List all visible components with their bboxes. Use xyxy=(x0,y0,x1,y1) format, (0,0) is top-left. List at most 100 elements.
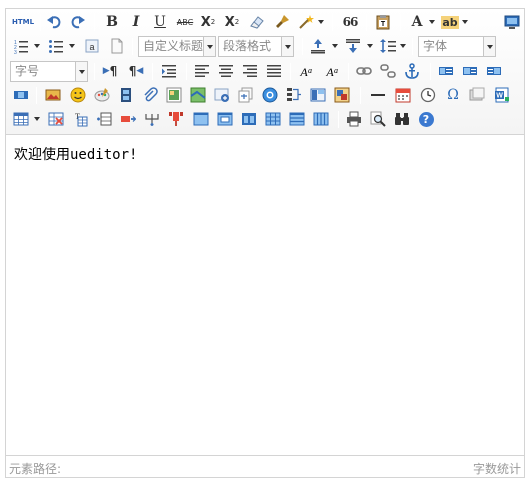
page-break-button[interactable] xyxy=(212,85,232,105)
undo-button[interactable] xyxy=(44,12,64,32)
template-button[interactable] xyxy=(236,85,256,105)
tolowercase-button[interactable]: Aa xyxy=(322,61,342,81)
merge-cells-button[interactable] xyxy=(191,109,211,129)
delete-row-button[interactable] xyxy=(118,109,138,129)
font-family-select[interactable]: 字体 xyxy=(418,36,496,57)
justify-left-button[interactable] xyxy=(192,61,212,81)
toolbar-separator xyxy=(36,87,37,104)
row-spacing-top-dropdown-arrow[interactable] xyxy=(332,44,338,48)
direction-ltr-button[interactable]: ▶ ¶ xyxy=(100,61,120,81)
line-spacing-dropdown-arrow[interactable] xyxy=(400,44,406,48)
insert-frame-button[interactable] xyxy=(164,85,184,105)
magnifier-icon xyxy=(370,111,386,127)
justify-full-button[interactable] xyxy=(264,61,284,81)
ordered-list-button[interactable]: 123 xyxy=(11,36,31,56)
link-button[interactable] xyxy=(354,61,374,81)
search-replace-button[interactable] xyxy=(392,109,412,129)
insert-time-button[interactable] xyxy=(418,85,438,105)
indent-button[interactable] xyxy=(159,61,179,81)
auto-typeset-dropdown-arrow[interactable] xyxy=(318,20,324,24)
subscript-button[interactable]: X2 xyxy=(222,12,242,32)
ordered-list-dropdown-arrow[interactable] xyxy=(34,44,40,48)
line-height-button[interactable] xyxy=(308,36,328,56)
remove-format-button[interactable] xyxy=(247,12,267,32)
delete-col-button[interactable] xyxy=(166,109,186,129)
snapscreen-button[interactable] xyxy=(467,85,487,105)
line-spacing-button[interactable] xyxy=(378,36,398,56)
select-all-button[interactable]: a xyxy=(82,36,102,56)
format-painter-button[interactable] xyxy=(272,12,292,32)
merge-cells-icon xyxy=(193,112,209,126)
word-count-label[interactable]: 字数统计 xyxy=(473,460,521,477)
strikethrough-button[interactable]: ABC xyxy=(174,12,196,32)
scrawl-button[interactable] xyxy=(92,85,112,105)
insert-table-button[interactable] xyxy=(11,109,31,129)
touppercase-button[interactable]: Aa xyxy=(296,61,316,81)
forecolor-button[interactable]: A xyxy=(407,12,427,32)
emotion-button[interactable] xyxy=(68,85,88,105)
image-left-button[interactable] xyxy=(460,61,480,81)
background-button[interactable] xyxy=(260,85,280,105)
unordered-list-button[interactable] xyxy=(46,36,66,56)
bold-button[interactable]: B xyxy=(102,12,122,32)
template-layout-button[interactable] xyxy=(308,85,328,105)
image-right-button[interactable] xyxy=(484,61,504,81)
merge-right-button[interactable] xyxy=(215,109,235,129)
insert-video-button[interactable] xyxy=(116,85,136,105)
auto-typeset-button[interactable] xyxy=(296,12,316,32)
insert-order-button[interactable] xyxy=(284,85,304,105)
unlink-button[interactable] xyxy=(378,61,398,81)
justify-center-button[interactable] xyxy=(216,61,236,81)
row-spacing-bottom-button[interactable] xyxy=(343,36,363,56)
attachment-button[interactable] xyxy=(140,85,160,105)
backcolor-dropdown-arrow[interactable] xyxy=(462,20,468,24)
row-spacing-bottom-dropdown-arrow[interactable] xyxy=(367,44,373,48)
image-none-button[interactable] xyxy=(436,61,456,81)
fullscreen-button[interactable] xyxy=(502,12,522,32)
insert-date-button[interactable] xyxy=(393,85,413,105)
backcolor-button[interactable]: ab xyxy=(440,12,460,32)
paragraph-format-select[interactable]: 段落格式 xyxy=(218,36,294,57)
insert-code-button[interactable] xyxy=(188,85,208,105)
insert-col-button[interactable] xyxy=(142,109,162,129)
insert-row-button[interactable] xyxy=(94,109,114,129)
merge-down-button[interactable] xyxy=(239,109,259,129)
editor-content-area[interactable]: 欢迎使用ueditor! xyxy=(6,136,524,454)
forecolor-dropdown-arrow[interactable] xyxy=(429,20,435,24)
anchor-icon xyxy=(405,63,419,79)
custom-heading-select[interactable]: 自定义标题 xyxy=(138,36,216,57)
split-to-cols-button[interactable] xyxy=(311,109,331,129)
direction-rtl-button[interactable]: ¶ ◀ xyxy=(126,61,146,81)
delete-table-button[interactable] xyxy=(46,109,66,129)
word-image-button[interactable]: W xyxy=(492,85,512,105)
split-to-cells-button[interactable] xyxy=(263,109,283,129)
blockquote-button[interactable]: 66 xyxy=(340,12,360,32)
svg-text:3: 3 xyxy=(14,50,17,54)
special-chars-button[interactable]: Ω xyxy=(443,85,463,105)
paste-plain-button[interactable]: T xyxy=(373,12,393,32)
preview-button[interactable] xyxy=(368,109,388,129)
help-button[interactable]: ? xyxy=(416,109,436,129)
insert-image-button[interactable] xyxy=(43,85,63,105)
print-button[interactable] xyxy=(344,109,364,129)
toolbar-separator xyxy=(366,14,367,31)
horizontal-rule-button[interactable] xyxy=(368,85,388,105)
underline-button[interactable]: U xyxy=(150,12,170,32)
clear-document-button[interactable] xyxy=(107,36,127,56)
unordered-list-dropdown-arrow[interactable] xyxy=(69,44,75,48)
redo-button[interactable] xyxy=(68,12,88,32)
split-to-rows-button[interactable] xyxy=(287,109,307,129)
font-size-select[interactable]: 字号 xyxy=(10,61,88,82)
help-icon: ? xyxy=(418,111,434,127)
map-button[interactable] xyxy=(332,85,352,105)
superscript-button[interactable]: X2 xyxy=(198,12,218,32)
image-center-button[interactable] xyxy=(11,85,31,105)
italic-button[interactable]: I xyxy=(126,12,146,32)
insert-paragraph-before-table-button[interactable]: T xyxy=(70,109,90,129)
justify-right-button[interactable] xyxy=(240,61,260,81)
source-html-button[interactable]: HTML xyxy=(11,12,35,32)
toolbar-separator xyxy=(348,63,349,80)
unordered-list-icon xyxy=(49,40,63,53)
insert-table-dropdown-arrow[interactable] xyxy=(34,117,40,121)
anchor-button[interactable] xyxy=(402,61,422,81)
